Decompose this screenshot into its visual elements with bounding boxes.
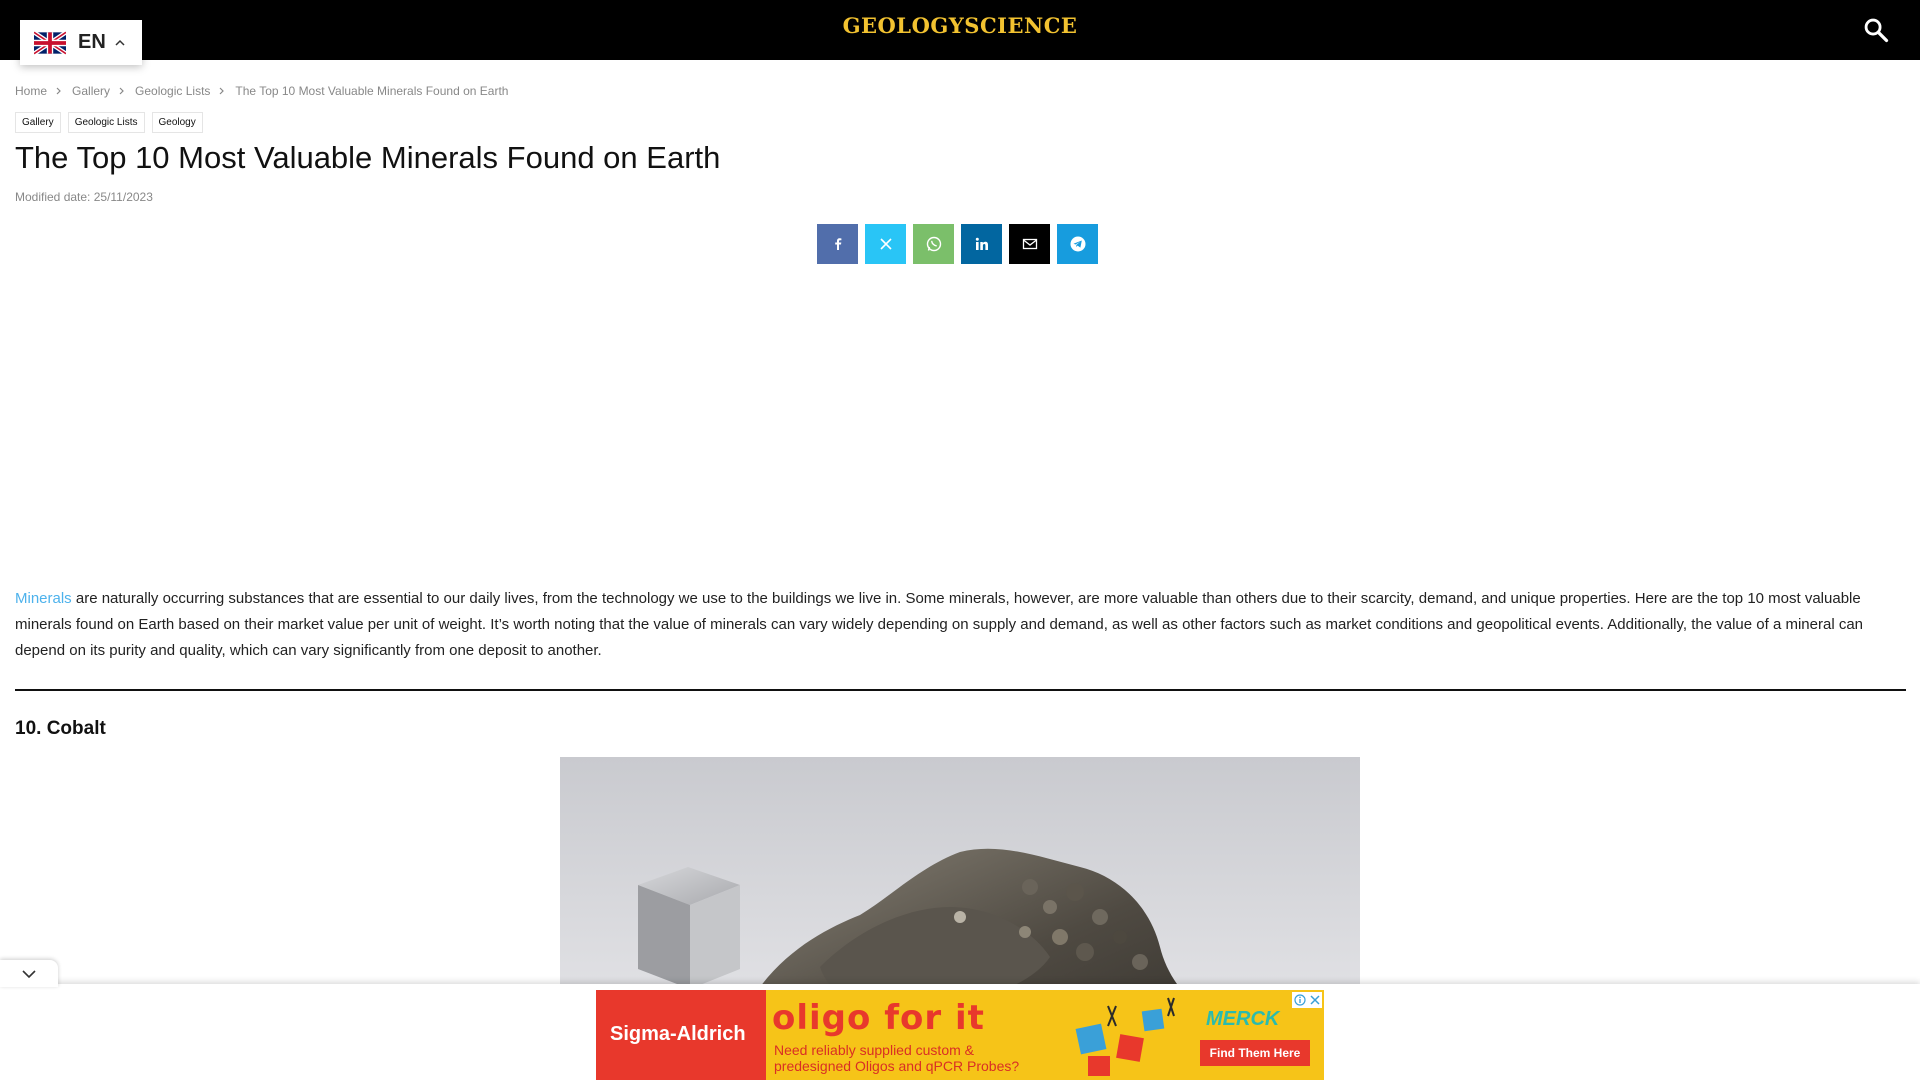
- minerals-link[interactable]: Minerals: [15, 590, 72, 607]
- language-code: EN: [78, 31, 106, 53]
- modified-date: Modified date: 25/11/2023: [15, 190, 153, 204]
- uk-flag-icon: [34, 30, 66, 55]
- info-icon[interactable]: [1294, 994, 1306, 1006]
- tag-geologic-lists[interactable]: Geologic Lists: [67, 112, 145, 133]
- site-header: GEOLOGYSCIENCE: [0, 0, 1920, 60]
- site-logo[interactable]: GEOLOGYSCIENCE: [0, 13, 1920, 38]
- telegram-icon: [1070, 236, 1085, 252]
- chevron-right-icon: [56, 87, 61, 95]
- share-linkedin-button[interactable]: [961, 224, 1002, 264]
- article-intro: Minerals are naturally occurring substan…: [15, 586, 1895, 664]
- ad-illustration: [1075, 997, 1175, 1076]
- ad-collapse-button[interactable]: [0, 960, 58, 987]
- section-heading: 10. Cobalt: [15, 718, 106, 739]
- chevron-down-icon: [22, 969, 36, 978]
- ad-brand: Sigma-Aldrich: [610, 1023, 746, 1045]
- ad-subtext: Need reliably supplied custom & predesig…: [774, 1042, 1020, 1074]
- tag-gallery[interactable]: Gallery: [15, 112, 61, 133]
- chevron-up-icon: [115, 39, 125, 46]
- share-facebook-button[interactable]: [817, 224, 858, 264]
- breadcrumb: Home Gallery Geologic Lists The Top 10 M…: [15, 84, 508, 98]
- ad-partner-logo: MERCK: [1206, 1008, 1280, 1030]
- close-icon[interactable]: [1310, 995, 1320, 1005]
- breadcrumb-gallery[interactable]: Gallery: [72, 84, 110, 98]
- mail-icon: [1022, 238, 1037, 250]
- linkedin-icon: [975, 237, 988, 250]
- category-tags: Gallery Geologic Lists Geology: [15, 112, 203, 133]
- share-whatsapp-button[interactable]: [913, 224, 954, 264]
- chevron-right-icon: [119, 87, 124, 95]
- section-divider: [15, 689, 1906, 691]
- whatsapp-icon: [926, 236, 941, 252]
- ad-cta-button[interactable]: Find Them Here: [1200, 1040, 1310, 1066]
- share-x-button[interactable]: [865, 224, 906, 264]
- bottom-ad-bar: Sigma-Aldrich oligo for it Need reliably…: [0, 984, 1920, 1080]
- ad-close-button[interactable]: [1292, 992, 1322, 1008]
- ad-banner[interactable]: Sigma-Aldrich oligo for it Need reliably…: [596, 990, 1324, 1080]
- share-email-button[interactable]: [1009, 224, 1050, 264]
- x-icon: [879, 238, 892, 250]
- share-telegram-button[interactable]: [1057, 224, 1098, 264]
- chevron-right-icon: [219, 87, 225, 95]
- search-icon[interactable]: [1862, 16, 1890, 44]
- share-buttons: [817, 224, 1098, 264]
- facebook-icon: [834, 238, 841, 250]
- breadcrumb-geologic-lists[interactable]: Geologic Lists: [135, 84, 210, 98]
- page-title: The Top 10 Most Valuable Minerals Found …: [15, 140, 721, 175]
- breadcrumb-home[interactable]: Home: [15, 84, 47, 98]
- intro-text: are naturally occurring substances that …: [15, 590, 1864, 659]
- ad-headline: oligo for it: [772, 998, 985, 1038]
- breadcrumb-current: The Top 10 Most Valuable Minerals Found …: [235, 84, 509, 98]
- language-switcher[interactable]: EN: [20, 20, 142, 65]
- tag-geology[interactable]: Geology: [151, 112, 203, 133]
